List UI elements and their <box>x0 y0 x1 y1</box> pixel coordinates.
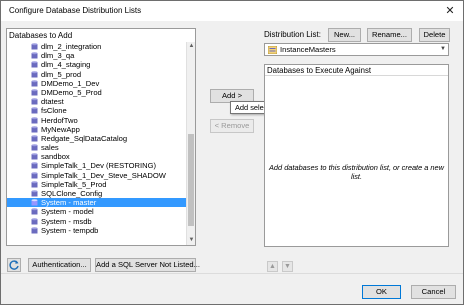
chevron-down-icon[interactable]: ▼ <box>440 44 446 55</box>
distribution-list-select[interactable]: InstanceMasters ▼ <box>264 43 449 56</box>
window-title: Configure Database Distribution Lists <box>9 6 142 15</box>
delete-list-button[interactable]: Delete <box>419 28 450 42</box>
dialog-body: Databases to Add dlm_2_integration dlm_3_… <box>1 21 463 304</box>
database-icon <box>31 89 38 96</box>
database-name: SQLClone_Config <box>41 189 103 198</box>
database-name: System - msdb <box>41 216 92 226</box>
database-list-item[interactable]: dlm_4_staging <box>7 60 187 69</box>
empty-list-hint: Add databases to this distribution list,… <box>268 163 444 181</box>
database-list-item[interactable]: dtatest <box>7 97 187 106</box>
database-icon <box>31 226 38 234</box>
database-name: dtatest <box>41 97 64 107</box>
database-list-item[interactable]: dlm_5_prod <box>7 70 187 79</box>
refresh-icon <box>9 260 19 270</box>
database-icon <box>31 125 38 133</box>
list-icon <box>268 46 277 54</box>
database-name: dlm_4_staging <box>41 60 91 70</box>
database-name: dlm_5_prod <box>41 69 82 79</box>
database-list-item[interactable]: System - master <box>7 198 187 208</box>
database-name: sales <box>41 143 59 153</box>
database-name: fsClone <box>41 106 67 116</box>
database-icon <box>31 208 38 215</box>
database-name: Redgate_SqlDataCatalog <box>41 133 128 143</box>
database-list[interactable]: dlm_2_integration dlm_3_qa dlm_4_staging dl… <box>7 42 187 245</box>
refresh-button[interactable] <box>7 258 21 272</box>
database-icon <box>31 171 38 179</box>
database-icon <box>31 70 38 78</box>
database-name: SimpleTalk_1_Dev (RESTORING) <box>41 161 157 171</box>
database-list-item[interactable]: DMDemo_1_Dev <box>7 79 187 88</box>
ok-button[interactable]: OK <box>362 285 401 299</box>
database-name: HerdofTwo <box>41 115 78 125</box>
cancel-button[interactable]: Cancel <box>411 285 456 299</box>
move-up-icon[interactable]: ▲ <box>267 261 278 272</box>
title-bar: Configure Database Distribution Lists ✕ <box>1 1 463 21</box>
database-list-item[interactable]: fsClone <box>7 106 187 115</box>
database-icon <box>31 98 38 105</box>
move-down-icon[interactable]: ▼ <box>282 261 293 272</box>
database-list-item[interactable]: DMDemo_5_Prod <box>7 88 187 97</box>
databases-to-add-header: Databases to Add <box>9 31 73 40</box>
database-name: System - model <box>41 207 94 217</box>
database-list-item[interactable]: SimpleTalk_5_Prod <box>7 180 187 189</box>
database-icon <box>31 181 38 188</box>
database-list-item[interactable]: System - msdb <box>7 217 187 226</box>
database-icon <box>31 52 38 59</box>
database-list-item[interactable]: MyNewApp <box>7 125 187 134</box>
database-icon <box>31 199 38 206</box>
database-icon <box>31 162 38 169</box>
database-list-item[interactable]: SQLClone_Config <box>7 189 187 198</box>
database-name: SimpleTalk_1_Dev_Steve_SHADOW <box>41 170 166 180</box>
authentication-button[interactable]: Authentication... <box>28 258 91 272</box>
close-icon[interactable]: ✕ <box>443 4 457 18</box>
databases-to-execute-panel[interactable]: Databases to Execute Against Add databas… <box>264 64 449 247</box>
database-list-item[interactable]: SimpleTalk_1_Dev (RESTORING) <box>7 161 187 170</box>
database-name: System - master <box>41 198 97 208</box>
database-icon <box>31 217 38 225</box>
database-list-item[interactable]: System - model <box>7 207 187 216</box>
database-list-item[interactable]: sales <box>7 143 187 152</box>
databases-to-execute-header: Databases to Execute Against <box>265 65 448 76</box>
configure-distribution-lists-dialog: Configure Database Distribution Lists ✕ … <box>0 0 464 305</box>
database-icon <box>31 61 38 68</box>
database-name: MyNewApp <box>41 124 80 134</box>
database-icon <box>31 107 38 114</box>
database-name: dlm_3_qa <box>41 51 75 61</box>
database-icon <box>31 79 38 87</box>
database-name: sandbox <box>41 152 70 162</box>
database-icon <box>31 43 38 50</box>
databases-to-add-panel: Databases to Add dlm_2_integration dlm_3_… <box>6 28 196 246</box>
remove-button[interactable]: < Remove <box>210 119 254 133</box>
database-list-item[interactable]: HerdofTwo <box>7 116 187 125</box>
database-name: DMDemo_1_Dev <box>41 78 100 88</box>
database-list-item[interactable]: Redgate_SqlDataCatalog <box>7 134 187 143</box>
database-icon <box>31 153 38 160</box>
database-list-item[interactable]: dlm_2_integration <box>7 42 187 51</box>
database-list-item[interactable]: sandbox <box>7 152 187 161</box>
database-list-item[interactable]: dlm_3_qa <box>7 51 187 60</box>
rename-list-button[interactable]: Rename... <box>367 28 412 42</box>
database-name: DMDemo_5_Prod <box>41 87 102 97</box>
selected-distribution-list: InstanceMasters <box>280 45 336 54</box>
database-icon <box>31 190 38 197</box>
scrollbar-thumb[interactable] <box>188 134 194 226</box>
database-name: System - tempdb <box>41 225 99 235</box>
scroll-up-icon[interactable]: ▲ <box>187 42 196 51</box>
add-sql-server-button[interactable]: Add a SQL Server Not Listed... <box>95 258 200 272</box>
database-list-item[interactable]: System - tempdb <box>7 226 187 235</box>
database-icon <box>31 144 38 151</box>
database-icon <box>31 135 38 142</box>
new-list-button[interactable]: New... <box>328 28 361 42</box>
database-list-item[interactable]: SimpleTalk_1_Dev_Steve_SHADOW <box>7 171 187 180</box>
scroll-down-icon[interactable]: ▼ <box>187 236 196 245</box>
database-list-scrollbar[interactable]: ▲ ▼ <box>186 42 195 245</box>
database-name: dlm_2_integration <box>41 42 102 51</box>
distribution-list-label: Distribution List: <box>264 30 321 39</box>
database-name: SimpleTalk_5_Prod <box>41 179 107 189</box>
database-icon <box>31 116 38 123</box>
